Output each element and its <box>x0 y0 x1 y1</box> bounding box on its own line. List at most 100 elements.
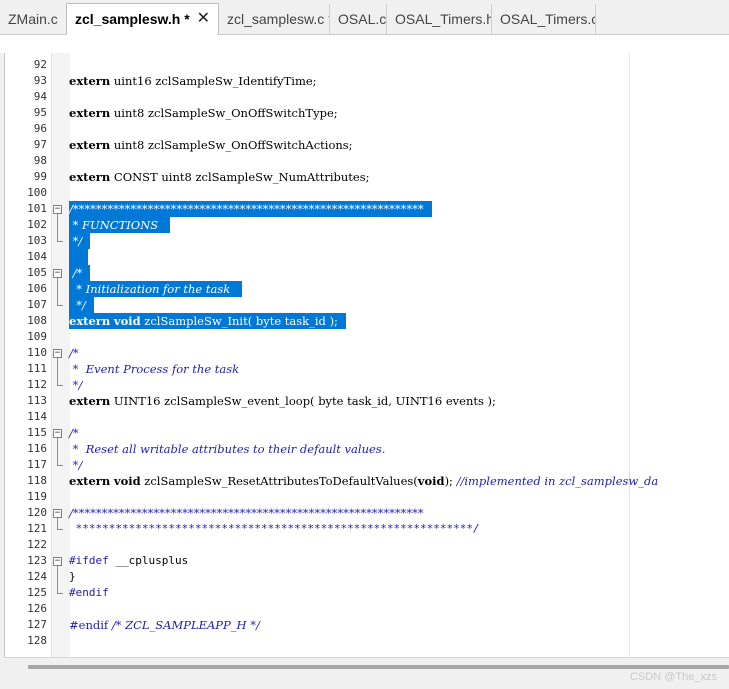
code-line[interactable]: 126 <box>5 601 729 617</box>
code-text[interactable]: * Initialization for the task <box>69 281 242 297</box>
line-number: 114 <box>27 410 47 423</box>
code-line[interactable]: 103 */ <box>5 233 729 249</box>
code-line[interactable]: 127 #endif /* ZCL_SAMPLEAPP_H */ <box>5 617 729 633</box>
code-text[interactable]: #endif /* ZCL_SAMPLEAPP_H */ <box>69 617 260 633</box>
code-line[interactable]: 112 */ <box>5 377 729 393</box>
line-number: 116 <box>27 442 47 455</box>
code-text[interactable]: /* <box>69 345 79 361</box>
code-line[interactable]: 93 extern uint16 zclSampleSw_IdentifyTime… <box>5 73 729 89</box>
line-number: 111 <box>27 362 47 375</box>
close-icon[interactable]: ✕ <box>197 4 210 34</box>
code-text[interactable]: */ <box>69 297 94 313</box>
code-text[interactable]: #endif <box>69 585 109 601</box>
line-number: 106 <box>27 282 47 295</box>
tab-osal-timers-c[interactable]: OSAL_Timers.c <box>492 4 596 34</box>
code-line[interactable]: 98 <box>5 153 729 169</box>
code-line[interactable]: 108 extern void zclSampleSw_Init( byte ta… <box>5 313 729 329</box>
code-text[interactable]: } <box>69 569 76 585</box>
fold-toggle-icon[interactable]: − <box>53 349 62 358</box>
line-number: 107 <box>27 298 47 311</box>
line-number: 104 <box>27 250 47 263</box>
line-number: 121 <box>27 522 47 535</box>
line-number: 117 <box>27 458 47 471</box>
code-text[interactable]: * Event Process for the task <box>69 361 240 377</box>
code-text[interactable]: #ifdef __cplusplus <box>69 553 188 569</box>
code-line[interactable]: 106 * Initialization for the task <box>5 281 729 297</box>
line-number: 115 <box>27 426 47 439</box>
code-text[interactable]: * Reset all writable attributes to their… <box>69 441 386 457</box>
code-line[interactable]: 110 /* <box>5 345 729 361</box>
code-line[interactable]: 97 extern uint8 zclSampleSw_OnOffSwitchAc… <box>5 137 729 153</box>
code-line[interactable]: 121 ************************************… <box>5 521 729 537</box>
code-text[interactable]: /* <box>69 425 79 441</box>
code-text[interactable]: * FUNCTIONS <box>69 217 170 233</box>
line-number: 108 <box>27 314 47 327</box>
code-line[interactable]: 104 <box>5 249 729 265</box>
code-line[interactable]: 96 <box>5 121 729 137</box>
code-line[interactable]: 113 extern UINT16 zclSampleSw_event_loop(… <box>5 393 729 409</box>
tab-zcl-samplesw-h[interactable]: zcl_samplesw.h * ✕ <box>66 3 219 35</box>
code-text[interactable]: extern void zclSampleSw_ResetAttributesT… <box>69 473 658 489</box>
code-line[interactable]: 125 #endif <box>5 585 729 601</box>
tab-osal-timers-h[interactable]: OSAL_Timers.h <box>387 4 492 34</box>
line-number: 97 <box>33 138 47 151</box>
status-strip <box>0 675 729 689</box>
scrollbar-thumb[interactable] <box>28 665 729 669</box>
code-line[interactable]: 124} <box>5 569 729 585</box>
code-text[interactable]: extern uint16 zclSampleSw_IdentifyTime; <box>69 73 317 89</box>
code-line[interactable]: 118 extern void zclSampleSw_ResetAttribut… <box>5 473 729 489</box>
code-text[interactable]: extern UINT16 zclSampleSw_event_loop( by… <box>69 393 496 409</box>
code-text[interactable]: extern uint8 zclSampleSw_OnOffSwitchType… <box>69 105 338 121</box>
code-text[interactable]: extern CONST uint8 zclSampleSw_NumAttrib… <box>69 169 369 185</box>
line-number: 120 <box>27 506 47 519</box>
tab-osal-c[interactable]: OSAL.c <box>330 4 387 34</box>
fold-toggle-icon[interactable]: − <box>53 205 62 214</box>
code-text[interactable]: */ <box>69 233 91 249</box>
line-number: 99 <box>33 170 47 183</box>
code-line[interactable]: 105 /* <box>5 265 729 281</box>
code-line[interactable]: 116 * Reset all writable attributes to t… <box>5 441 729 457</box>
code-text[interactable]: /***************************************… <box>69 201 432 217</box>
line-number: 127 <box>27 618 47 631</box>
line-number: 122 <box>27 538 47 551</box>
code-line[interactable]: 119 <box>5 489 729 505</box>
line-number: 124 <box>27 570 47 583</box>
fold-toggle-icon[interactable]: − <box>53 429 62 438</box>
line-number: 101 <box>27 202 47 215</box>
line-number: 92 <box>33 58 47 71</box>
line-number: 113 <box>27 394 47 407</box>
code-text[interactable]: extern void zclSampleSw_Init( byte task_… <box>69 313 346 329</box>
code-line[interactable]: 120 /************************************… <box>5 505 729 521</box>
code-line[interactable]: 101 /************************************… <box>5 201 729 217</box>
tab-zmain-c[interactable]: ZMain.c <box>0 4 67 34</box>
code-line[interactable]: 102 * FUNCTIONS <box>5 217 729 233</box>
horizontal-scrollbar[interactable] <box>4 657 729 676</box>
code-line[interactable]: 107 */ <box>5 297 729 313</box>
code-line[interactable]: 109 <box>5 329 729 345</box>
code-line[interactable]: 99 extern CONST uint8 zclSampleSw_NumAttr… <box>5 169 729 185</box>
code-text[interactable]: ****************************************… <box>69 521 480 537</box>
tab-zcl-samplesw-c[interactable]: zcl_samplesw.c * <box>219 4 330 34</box>
code-editor[interactable]: 92 93 extern uint16 zclSampleSw_IdentifyTi… <box>4 53 729 657</box>
line-number: 102 <box>27 218 47 231</box>
code-text[interactable]: extern uint8 zclSampleSw_OnOffSwitchActi… <box>69 137 353 153</box>
code-line[interactable]: 94 <box>5 89 729 105</box>
code-line[interactable]: 111 * Event Process for the task <box>5 361 729 377</box>
code-text[interactable]: */ <box>69 377 83 393</box>
code-text[interactable]: */ <box>69 457 83 473</box>
code-line[interactable]: 117 */ <box>5 457 729 473</box>
code-line[interactable]: 92 <box>5 57 729 73</box>
code-line[interactable]: 114 <box>5 409 729 425</box>
fold-toggle-icon[interactable]: − <box>53 557 62 566</box>
code-text[interactable] <box>69 249 88 265</box>
code-line[interactable]: 128 <box>5 633 729 649</box>
code-line[interactable]: 95 extern uint8 zclSampleSw_OnOffSwitchTy… <box>5 105 729 121</box>
code-text[interactable]: /* <box>69 265 91 281</box>
fold-toggle-icon[interactable]: − <box>53 269 62 278</box>
code-line[interactable]: 115 /* <box>5 425 729 441</box>
code-line[interactable]: 123 #ifdef __cplusplus <box>5 553 729 569</box>
code-line[interactable]: 122 <box>5 537 729 553</box>
fold-toggle-icon[interactable]: − <box>53 509 62 518</box>
code-line[interactable]: 100 <box>5 185 729 201</box>
code-text[interactable]: /***************************************… <box>69 505 424 521</box>
